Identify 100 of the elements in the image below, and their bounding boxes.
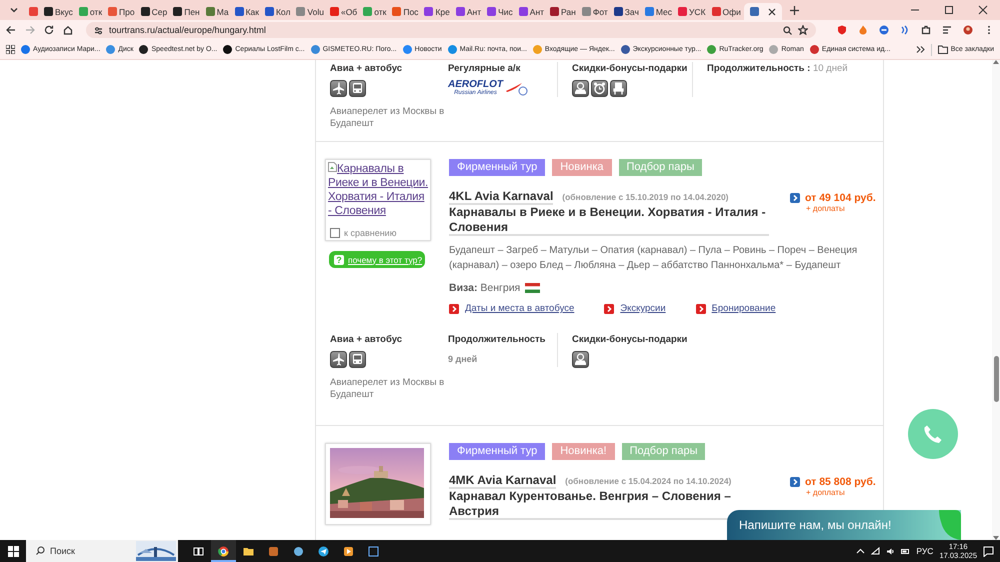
image-alt-link[interactable]: Карнавалы в Риеке и в Венеции. Хорватия - Италия - Словения [328,162,428,218]
phone-icon [923,424,943,444]
chair-icon [610,80,627,97]
browser-tab[interactable]: Volu [293,3,327,20]
browser-tab[interactable]: Про [105,3,138,20]
app-icon[interactable] [293,546,304,556]
reload-icon[interactable] [44,25,54,35]
plane-icon [330,80,347,97]
visa-text: Виза: Венгрия [449,282,520,294]
browser-tab[interactable]: Ран [547,3,579,20]
leaf-icon [939,510,961,540]
folder-icon[interactable] [243,546,254,556]
tour-code-link[interactable]: 4MK Avia Karnaval [449,473,556,489]
browser-tab[interactable]: Вкус [41,3,76,20]
volume-icon[interactable] [886,546,896,556]
price-note: + доплаты [806,204,846,213]
url-text: tourtrans.ru/actual/europe/hungary.html [109,25,267,35]
close-icon[interactable] [768,8,776,16]
arrow-icon [790,193,800,203]
wing-icon [505,82,529,96]
duration-heading: Продолжительность : [707,63,812,74]
address-bar[interactable]: tourtrans.ru/actual/europe/hungary.html [86,22,816,38]
update-period: (обновление с 15.04.2024 по 14.10.2024) [565,476,732,486]
transport-note: Авиаперелет из Москвы в Будапешт [330,377,446,400]
new-tab-icon[interactable] [790,6,799,14]
browser-icon[interactable] [218,546,229,556]
bonuses-heading: Скидки-бонусы-подарки [572,333,688,346]
transport-heading: Авиа + автобус [330,333,404,346]
browser-tab[interactable]: «Об [326,3,360,20]
task-view-icon[interactable] [193,546,204,556]
duration-value: 10 дней [812,63,848,74]
site-info-icon [94,26,103,34]
battery-icon[interactable] [901,546,910,556]
bus-icon [349,351,366,368]
app-icon[interactable] [268,546,279,556]
broken-image-icon [328,162,337,172]
tour-link[interactable]: Бронирование [712,303,776,314]
folder-icon [938,45,948,54]
chevron-up-icon[interactable] [856,546,866,556]
apps-icon[interactable] [6,45,15,54]
browser-tab[interactable]: Зач [610,3,642,20]
back-icon[interactable] [6,25,16,35]
duration-value: 9 дней [448,354,478,364]
search-icon [36,546,45,555]
update-period: (обновление с 15.10.2019 по 14.04.2020) [562,192,729,202]
browser-tab[interactable]: УСК [675,3,709,20]
duration-heading: Продолжительность [448,333,547,346]
tab-list-icon[interactable] [10,6,18,14]
more-bookmarks-icon[interactable] [916,45,925,54]
bus-icon [349,80,366,97]
browser-tab[interactable]: Офи [708,3,744,20]
flag-icon [525,283,540,293]
airline-name: AEROFLOT [448,80,503,90]
browser-tab[interactable]: Пос [389,3,422,20]
play-icon[interactable] [343,546,354,556]
browser-tab[interactable]: Фот [578,3,611,20]
bookmark-star-icon[interactable] [798,25,808,35]
scrollbar-thumb[interactable] [994,356,998,402]
start-icon[interactable] [8,546,18,556]
browser-tab[interactable]: отк [76,3,106,20]
flame-icon[interactable] [858,25,868,35]
language-indicator[interactable]: РУС [916,546,934,556]
arrow-icon [449,304,459,314]
alarm-clock-icon [591,80,608,97]
browser-tab[interactable]: Мес [642,3,676,20]
browser-tab[interactable]: Кре [421,3,453,20]
tour-link[interactable]: Экскурсии [620,303,666,314]
maximize-icon[interactable] [944,5,954,15]
tour-link[interactable]: Даты и места в автобусе [465,303,574,314]
transport-heading: Авиа + автобус [330,62,404,75]
browser-tab[interactable]: Кол [262,3,294,20]
browser-tab[interactable] [744,3,782,20]
browser-tab[interactable]: Пен [170,3,203,20]
browser-tab[interactable]: Ант [452,3,484,20]
browser-tab[interactable]: Сер [138,3,170,20]
notification-icon[interactable] [983,546,994,556]
reading-list-icon[interactable] [942,25,952,35]
browser-tab[interactable]: Ma [202,3,232,20]
arrow-icon [790,477,800,487]
home-icon[interactable] [63,25,73,35]
send-icon[interactable] [318,546,329,556]
price-text: от 85 808 руб. [805,476,876,488]
browser-tab[interactable]: отк [360,3,390,20]
browser-tab[interactable]: Как [232,3,262,20]
signal-icon[interactable] [900,25,910,35]
profile-icon[interactable] [963,25,973,35]
bonuses-heading: Скидки-бонусы-подарки [572,62,688,75]
app-icon[interactable] [368,546,379,556]
tour-code-link[interactable]: 4KL Avia Karnaval [449,189,554,205]
price-note: + доплаты [806,488,846,497]
zoom-icon[interactable] [783,26,792,34]
close-icon[interactable] [978,5,988,15]
shield-icon[interactable] [837,25,847,35]
tour-title-link[interactable]: Карнавалы в Риеке и в Венеции. Хорватия - Италия - Словения [449,205,769,236]
browser-tab[interactable]: Чис [484,3,516,20]
browser-tab[interactable]: Ант [516,3,548,20]
transport-note: Авиаперелет из Москвы в Будапешт [330,106,446,129]
extensions-icon[interactable] [921,25,931,35]
carrier-heading: Регулярные а/к [448,62,522,75]
compare-checkbox[interactable]: к сравнению [330,228,428,238]
